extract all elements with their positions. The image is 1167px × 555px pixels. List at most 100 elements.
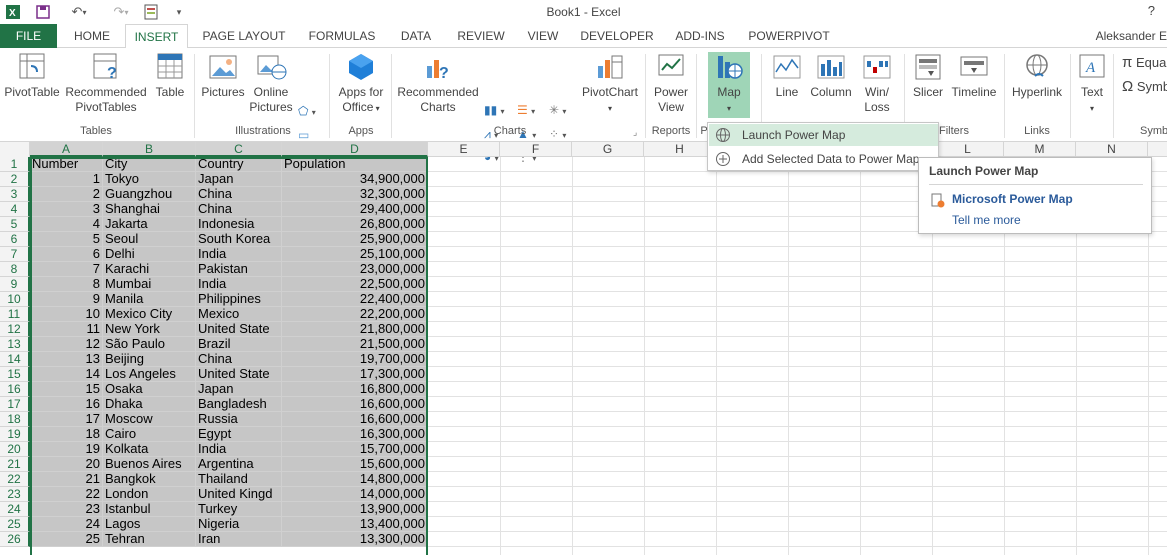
row-header[interactable]: 6 [0,232,30,247]
sparkline-column-button[interactable]: Column [808,52,854,100]
row-header[interactable]: 24 [0,502,30,517]
row-header[interactable]: 16 [0,382,30,397]
row-header[interactable]: 9 [0,277,30,292]
row-header[interactable]: 10 [0,292,30,307]
pivotchart-button[interactable]: PivotChart ▾ [579,52,641,116]
row-header[interactable]: 13 [0,337,30,352]
tab-view[interactable]: VIEW [521,24,565,48]
tab-data[interactable]: DATA [392,24,440,48]
pivottable-button[interactable]: PivotTable [3,52,61,100]
slicer-button[interactable]: Slicer [910,52,946,100]
power-map-icon [718,56,743,79]
tooltip-tell-me-more-link[interactable]: Tell me more [952,213,1021,227]
table-button[interactable]: Table [152,52,188,100]
row-header[interactable]: 21 [0,457,30,472]
tab-powerpivot[interactable]: POWERPIVOT [744,24,834,48]
radar-chart-icon[interactable]: ✳ ▾ [549,103,566,117]
group-label-symbols: Symb [1140,125,1167,137]
slicer-icon [915,54,941,80]
group-separator [391,54,392,138]
column-header-f[interactable]: F [500,142,572,157]
row-header[interactable]: 15 [0,367,30,382]
charts-dialog-launcher-icon[interactable]: ⌟ [633,127,637,138]
column-header-c[interactable]: C [196,142,282,157]
online-pictures-label-1: Online [253,85,289,99]
group-label-tables: Tables [80,125,112,137]
pictures-button[interactable]: Pictures [199,52,247,100]
column-header-h[interactable]: H [644,142,716,157]
shapes-icon[interactable]: ⬠ ▾ [298,104,316,118]
sparkline-column-label: Column [810,85,852,99]
tab-developer[interactable]: DEVELOPER [577,24,657,48]
column-header-d[interactable]: D [282,142,428,157]
power-view-button[interactable]: Power View [650,52,692,115]
row-header[interactable]: 12 [0,322,30,337]
column-header-b[interactable]: B [103,142,196,157]
row-header[interactable]: 8 [0,262,30,277]
tab-review[interactable]: REVIEW [452,24,510,48]
tab-page-layout[interactable]: PAGE LAYOUT [197,24,291,48]
apps-for-office-icon [349,54,373,80]
sparkline-line-button[interactable]: Line [768,52,806,100]
recommended-charts-label-1: Recommended [397,85,479,99]
tooltip-microsoft-power-map-link[interactable]: Microsoft Power Map [952,192,1073,206]
tab-home[interactable]: HOME [64,24,120,48]
gridline [428,501,1167,502]
symbol-button[interactable]: Ω Symb [1122,78,1167,95]
equation-button[interactable]: π Equa [1122,54,1166,71]
column-header-e[interactable]: E [428,142,500,157]
column-header-l[interactable]: L [932,142,1004,157]
timeline-button[interactable]: Timeline [949,52,999,100]
row-header[interactable]: 22 [0,472,30,487]
column-header-n[interactable]: N [1076,142,1148,157]
row-header[interactable]: 17 [0,397,30,412]
scatter-chart-icon[interactable]: ⁘ ▾ [549,127,566,141]
online-pictures-button[interactable]: Online Pictures [248,52,294,115]
menu-item-launch-power-map[interactable]: Launch Power Map [709,124,938,146]
row-header[interactable]: 7 [0,247,30,262]
column-chart-icon[interactable]: ▮▮ ▾ [484,103,505,117]
row-header[interactable]: 1 [0,157,30,172]
row-header[interactable]: 2 [0,172,30,187]
column-header-g[interactable]: G [572,142,644,157]
row-header[interactable]: 25 [0,517,30,532]
hyperlink-button[interactable]: Hyperlink [1009,52,1065,100]
tab-add-ins[interactable]: ADD-INS [668,24,732,48]
recommended-pivottables-button[interactable]: ? Recommended PivotTables [64,52,148,115]
recommended-charts-button[interactable]: ? Recommended Charts [396,52,480,115]
recommended-charts-icon: ? [427,60,449,82]
user-name[interactable]: Aleksander E [1096,24,1167,48]
group-label-charts: Charts [493,125,527,137]
map-button[interactable]: Map ▾ [708,52,750,116]
tooltip-divider [929,184,1143,185]
pivottable-label: PivotTable [4,85,60,99]
tab-file[interactable]: FILE [0,24,57,48]
group-label-apps: Apps [348,125,374,137]
map-dropdown-menu: Launch Power Map Add Selected Data to Po… [707,122,939,171]
tab-insert[interactable]: INSERT [125,24,188,49]
row-header[interactable]: 4 [0,202,30,217]
menu-item-add-selected-data[interactable]: Add Selected Data to Power Map [709,148,938,170]
select-all-corner[interactable] [0,142,30,157]
row-header[interactable]: 11 [0,307,30,322]
gridline [428,531,1167,532]
row-header[interactable]: 23 [0,487,30,502]
row-header[interactable]: 19 [0,427,30,442]
sparkline-column-icon [817,55,845,79]
tab-formulas[interactable]: FORMULAS [302,24,382,48]
bar-chart-icon[interactable]: ☰ ▾ [517,103,535,117]
row-header[interactable]: 18 [0,412,30,427]
column-header-a[interactable]: A [30,142,103,157]
row-header[interactable]: 3 [0,187,30,202]
column-header-m[interactable]: M [1004,142,1076,157]
sparkline-winloss-button[interactable]: Win/ Loss [857,52,897,115]
row-header[interactable]: 26 [0,532,30,547]
apps-for-office-button[interactable]: Apps for Office ▾ [334,52,388,116]
help-button[interactable]: ? [1148,3,1155,18]
row-header[interactable]: 14 [0,352,30,367]
row-header[interactable]: 20 [0,442,30,457]
gridline [428,411,1167,412]
text-button[interactable]: A Text ▾ [1074,52,1110,116]
sparkline-line-icon [773,55,801,79]
row-header[interactable]: 5 [0,217,30,232]
